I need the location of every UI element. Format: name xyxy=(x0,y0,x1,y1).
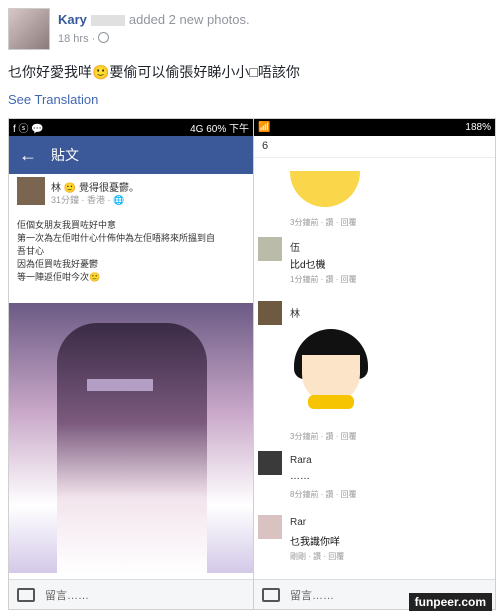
poster-name: 林 🙂 覺得很憂鬱。 xyxy=(51,183,140,194)
commenter-avatar[interactable] xyxy=(258,515,282,539)
app-bar: ← 貼文 xyxy=(9,136,253,174)
author-avatar[interactable] xyxy=(8,8,50,50)
post-status: 乜你好愛我咩🙂要偷可以偷張好睇小小□唔該你 xyxy=(8,64,300,80)
app-title: 貼文 xyxy=(51,147,79,163)
post-text: 佢個女朋友我買咗好中意 第一次為左佢咁什心什佈仲為左佢唔將來所搵到自 吾甘心 因… xyxy=(17,220,216,282)
back-arrow-icon[interactable]: ← xyxy=(19,145,37,166)
camera-icon[interactable] xyxy=(262,587,280,602)
poster-avatar xyxy=(17,177,45,205)
post-action: added 2 new photos. xyxy=(128,12,250,27)
comment-meta[interactable]: 剛剛 · 讚 · 回覆 xyxy=(290,551,344,562)
post-photo[interactable] xyxy=(9,303,253,573)
post-header: Kary added 2 new photos. 18 hrs · xyxy=(8,8,494,54)
redacted-name xyxy=(90,15,125,27)
commenter-name[interactable]: Rara xyxy=(290,455,312,466)
comment-text: …… xyxy=(290,471,310,482)
sticker-yellow xyxy=(290,171,360,207)
portrait xyxy=(57,323,207,573)
comment-text: 比d乜機 xyxy=(290,260,326,271)
comment-meta[interactable]: 8分鐘前 · 讚 · 回覆 xyxy=(290,489,357,500)
comment-meta[interactable]: 3分鐘前 · 讚 · 回覆 xyxy=(290,217,357,228)
status-bar: 📶 188% xyxy=(254,119,495,136)
right-screenshot[interactable]: 📶 188% 6 3分鐘前 · 讚 · 回覆 伍 比d乜機 1分鐘前 · 讚 ·… xyxy=(253,118,496,610)
watermark: funpeer.com xyxy=(408,593,492,611)
commenter-name[interactable]: Rar xyxy=(290,517,306,528)
globe-icon xyxy=(98,32,110,43)
comment-meta[interactable]: 3分鐘前 · 讚 · 回覆 xyxy=(290,431,357,442)
author-name[interactable]: Kary xyxy=(58,12,87,27)
commenter-name[interactable]: 伍 xyxy=(290,239,300,254)
commenter-avatar[interactable] xyxy=(258,301,282,325)
comment-input[interactable]: 留言…… xyxy=(45,587,89,603)
comment-input[interactable]: 留言…… xyxy=(290,587,334,603)
status-icons: 📶 xyxy=(258,122,271,133)
comment-bar[interactable]: 留言…… xyxy=(9,579,253,609)
sticker-girl xyxy=(294,329,368,409)
commenter-avatar[interactable] xyxy=(258,237,282,261)
post-time[interactable]: 18 hrs · xyxy=(58,32,110,45)
commenter-avatar[interactable] xyxy=(258,451,282,475)
comment-text: 乜我識你咩 xyxy=(290,537,340,548)
blur-bar xyxy=(87,379,153,391)
commenter-name[interactable]: 林 xyxy=(290,305,300,320)
post-byline: Kary added 2 new photos. xyxy=(58,12,250,27)
see-translation-link[interactable]: See Translation xyxy=(8,92,98,107)
left-screenshot[interactable]: f ⓢ 💬 4G 60% 下午 ← 貼文 林 🙂 覺得很憂鬱。 31分鐘 · 香… xyxy=(8,118,254,610)
poster-time: 31分鐘 · 香港 · 🌐 xyxy=(51,195,125,205)
camera-icon[interactable] xyxy=(17,587,35,602)
comment-meta[interactable]: 1分鐘前 · 讚 · 回覆 xyxy=(290,274,357,285)
comment-header: 6 xyxy=(254,136,495,158)
status-bar: f ⓢ 💬 4G 60% 下午 xyxy=(9,119,253,136)
